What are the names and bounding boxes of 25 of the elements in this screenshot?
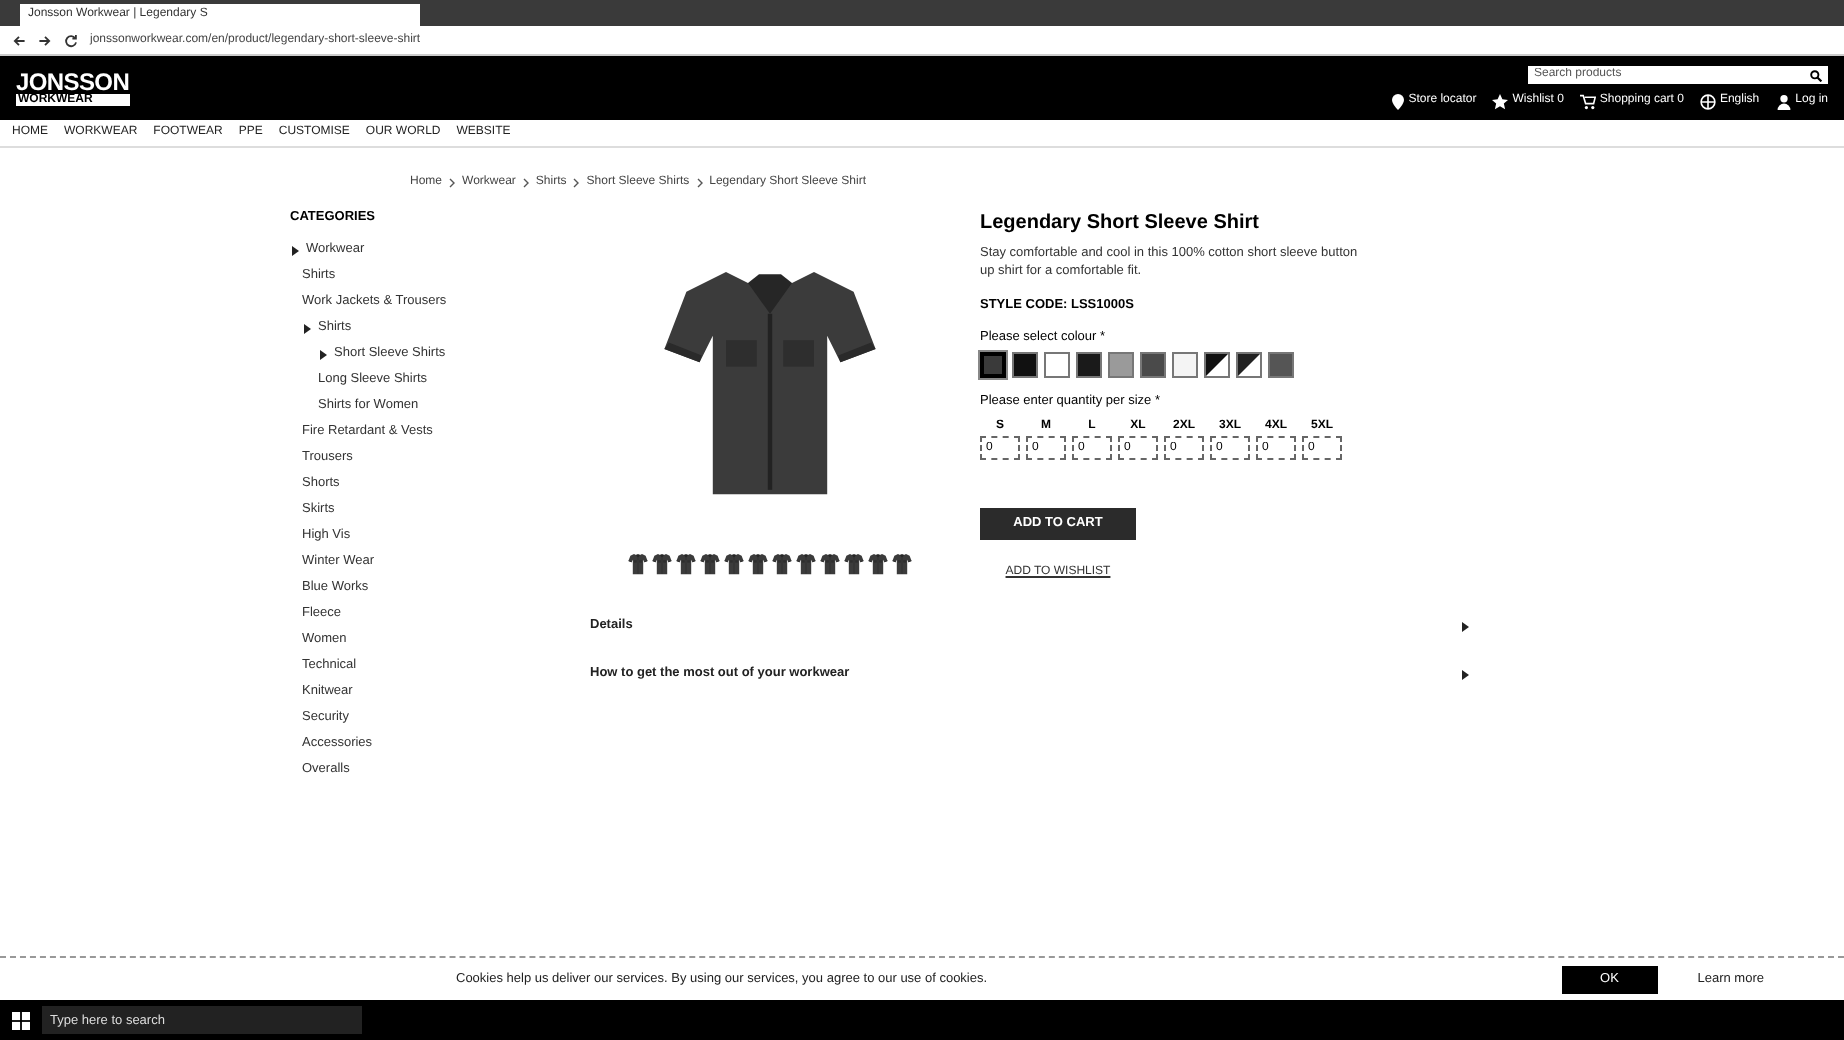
reload-icon[interactable] <box>64 33 78 47</box>
colour-swatch[interactable] <box>1140 351 1166 377</box>
pin-icon <box>1392 93 1405 109</box>
search-icon <box>1810 69 1822 81</box>
star-icon <box>1492 93 1509 109</box>
colour-swatch[interactable] <box>980 351 1006 377</box>
colour-swatch[interactable] <box>1172 351 1198 377</box>
product-title: Legendary Short Sleeve Shirt <box>980 210 1261 238</box>
colour-swatch[interactable] <box>1012 351 1038 377</box>
colour-swatch[interactable] <box>1076 351 1102 377</box>
cart-icon <box>1579 93 1596 109</box>
chevron-icon <box>572 177 581 187</box>
user-icon <box>1775 93 1792 109</box>
start-icon[interactable] <box>12 1011 30 1029</box>
globe-icon <box>1699 93 1716 109</box>
colour-swatch[interactable] <box>1108 351 1134 377</box>
colour-swatch[interactable] <box>1204 351 1230 377</box>
colour-swatch[interactable] <box>1268 351 1294 377</box>
back-icon[interactable] <box>12 33 26 47</box>
chevron-icon <box>521 177 530 187</box>
chevron-icon <box>695 177 704 187</box>
forward-icon[interactable] <box>38 33 52 47</box>
colour-swatch[interactable] <box>1044 351 1070 377</box>
colour-swatch[interactable] <box>1236 351 1262 377</box>
chevron-icon <box>448 177 457 187</box>
